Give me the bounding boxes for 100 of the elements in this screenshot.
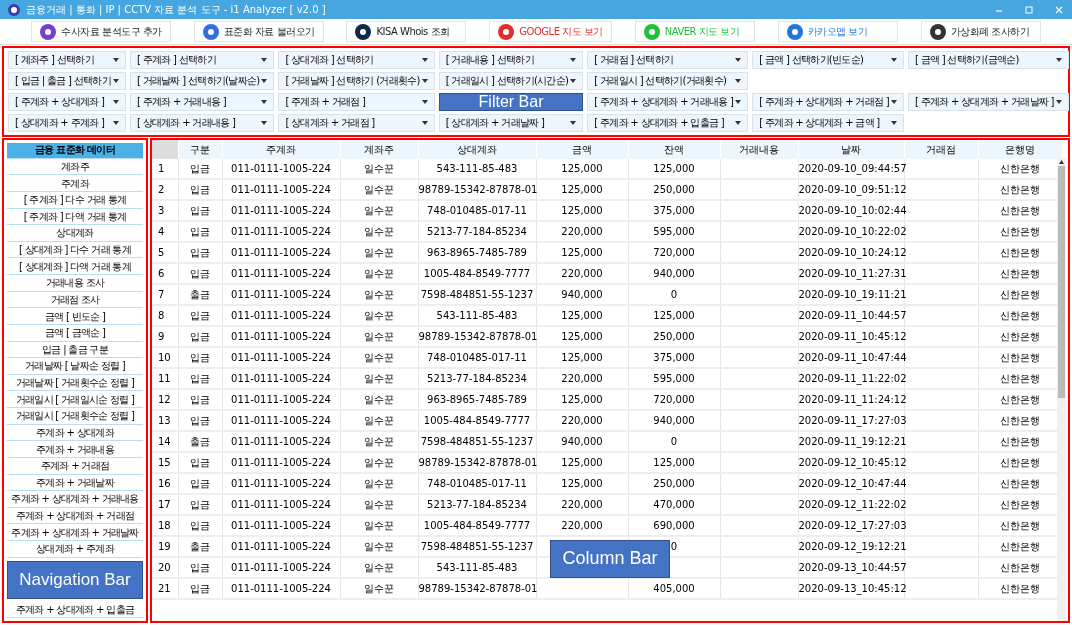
filter-dropdown[interactable]: [ 거래날짜 ] 선택하기 (거래횟수) — [278, 72, 435, 90]
filter-dropdown[interactable]: [ 주계좌 + 상대계좌 + 금액 ] — [752, 114, 904, 132]
table-cell: 125,000 — [561, 478, 603, 489]
table-cell: 신한은행 — [1000, 288, 1040, 300]
toolbar-button[interactable]: GOOGLE 지도 보기 — [489, 21, 612, 42]
nav-item[interactable]: 주계좌 + 상대계좌 + 거래날짜 — [7, 525, 143, 541]
row-number: 13 — [152, 410, 178, 431]
filter-dropdown[interactable]: [ 주계좌 + 상대계좌 ] — [8, 93, 126, 111]
filter-dropdown[interactable]: [ 상대계좌 + 주계좌 ] — [8, 114, 126, 132]
toolbar-button[interactable]: 가상화폐 조사하기 — [920, 21, 1041, 42]
toolbar-button[interactable]: 수사자료 분석도구 추가 — [31, 21, 171, 42]
filter-dropdown[interactable]: [ 거래날짜 ] 선택하기(날짜순) — [129, 72, 275, 90]
table-cell: 신한은행 — [1000, 393, 1040, 405]
caret-icon — [735, 121, 742, 125]
filter-dropdown[interactable]: [ 금액 ] 선택하기(금액순) — [907, 51, 1069, 69]
filter-dropdown[interactable]: [ 거래점 ] 선택하기 — [587, 51, 749, 69]
filter-dropdown[interactable]: [ 입금 | 출금 ] 선택하기 — [8, 72, 126, 90]
table-cell: 98789-15342-87878-01 — [418, 583, 538, 594]
scrollbar[interactable] — [1057, 158, 1066, 621]
nav-item[interactable]: 거래점 조사 — [7, 292, 143, 309]
filter-dropdown[interactable]: [ 주계좌 ] 선택하기 — [129, 51, 275, 69]
nav-item[interactable]: 상대계좌 + 주계좌 — [7, 542, 143, 558]
caret-icon — [735, 58, 742, 62]
filter-dropdown[interactable]: [ 거래내용 ] 선택하기 — [438, 51, 584, 69]
nav-item[interactable]: 금액 [ 금액순 ] — [7, 325, 143, 342]
nav-item[interactable]: 주계좌 + 거래내용 — [7, 442, 143, 458]
table-cell: 011-0111-1005-224 — [231, 268, 331, 279]
nav-item[interactable]: 거래날짜 [ 거래횟수순 정렬 ] — [7, 375, 143, 392]
filter-dropdown[interactable]: [ 거래일시 ] 선택하기(시간순) — [438, 72, 584, 90]
filter-dropdown[interactable]: [ 금액 ] 선택하기(빈도순) — [752, 51, 904, 69]
nav-item[interactable]: [ 상대계좌 ] 다액 거래 통계 — [7, 259, 143, 275]
column-header[interactable]: 구분 — [178, 140, 222, 159]
table-cell: 입금 — [190, 456, 210, 468]
table-cell: 입금 — [190, 330, 210, 342]
filter-dropdown[interactable]: [ 주계좌 + 상대계좌 + 거래날짜 ] — [907, 93, 1069, 111]
toolbar-button[interactable]: 표준화 자료 불러오기 — [193, 21, 324, 42]
filter-dropdown[interactable]: [ 주계좌 + 상대계좌 + 거래점 ] — [752, 93, 904, 111]
nav-item[interactable]: [ 주계좌 ] 다액 거래 통계 — [7, 209, 143, 226]
column-header[interactable]: 주계좌 — [222, 140, 340, 159]
filter-dropdown[interactable]: [ 거래일시 ] 선택하기(거래횟수) — [587, 72, 749, 90]
table-cell: 신한은행 — [1000, 225, 1040, 237]
table-cell: 입금 — [190, 183, 210, 195]
filter-dropdown[interactable]: [ 주계좌 + 거래점 ] — [278, 93, 435, 111]
nav-item[interactable]: [ 상대계좌 ] 다수 거래 통계 — [7, 242, 143, 259]
column-header[interactable]: 날짜 — [798, 140, 904, 159]
close-icon[interactable] — [1054, 4, 1064, 15]
maximize-icon[interactable] — [1024, 4, 1034, 15]
table-cell: 375,000 — [653, 205, 695, 216]
filter-dropdown[interactable]: [ 주계좌 + 상대계좌 + 입출금 ] — [587, 114, 749, 132]
nav-item[interactable]: 입금 | 출금 구분 — [7, 342, 143, 359]
table-cell: 일수꾼 — [364, 519, 394, 531]
filter-dropdown[interactable]: [ 상대계좌 + 거래날짜 ] — [438, 114, 584, 132]
row-number: 11 — [152, 368, 178, 389]
filter-dropdown[interactable]: [ 상대계좌 + 거래내용 ] — [129, 114, 275, 132]
table-cell: 신한은행 — [1000, 351, 1040, 363]
nav-item[interactable]: 거래일시 [ 거래일시순 정렬 ] — [7, 392, 143, 408]
column-header[interactable]: 거래내용 — [720, 140, 798, 159]
caret-icon — [735, 79, 742, 83]
toolbar-button[interactable]: 카카오맵 보기 — [777, 21, 898, 42]
table-cell: 125,000 — [561, 163, 603, 174]
nav-item[interactable]: 주계좌 + 거래날짜 — [7, 475, 143, 492]
filter-dropdown[interactable]: [ 계좌주 ] 선택하기 — [8, 51, 126, 69]
table-cell: 입금 — [190, 582, 210, 594]
column-header[interactable]: 잔액 — [628, 140, 720, 159]
nav-item[interactable]: 상대계좌 — [7, 226, 143, 242]
column-header[interactable]: 금액 — [536, 140, 628, 159]
nav-item[interactable]: 주계좌 + 상대계좌 — [7, 425, 143, 442]
table-cell: 250,000 — [653, 478, 695, 489]
column-header[interactable]: 계좌주 — [340, 140, 418, 159]
nav-item[interactable]: 거래일시 [ 거래횟수순 정렬 ] — [7, 409, 143, 425]
caret-icon — [261, 121, 268, 125]
nav-item[interactable]: 주계좌 + 상대계좌 + 거래점 — [7, 508, 143, 525]
column-header[interactable]: 거래점 — [904, 140, 978, 159]
nav-item[interactable]: 주계좌 + 거래점 — [7, 458, 143, 475]
table-cell: 입금 — [190, 519, 210, 531]
filter-dropdown[interactable]: [ 상대계좌 + 거래점 ] — [278, 114, 435, 132]
toolbar-button[interactable]: KISA Whois 조회 — [346, 21, 467, 42]
nav-item[interactable]: 계좌주 — [7, 159, 143, 176]
nav-item[interactable]: 거래날짜 [ 날짜순 정렬 ] — [7, 359, 143, 375]
filter-dropdown[interactable]: [ 주계좌 + 거래내용 ] — [129, 93, 275, 111]
caret-icon — [1055, 100, 1062, 104]
caret-icon — [570, 58, 577, 62]
filter-dropdown[interactable]: [ 주계좌 + 상대계좌 + 거래내용 ] — [587, 93, 749, 111]
table-cell: 입금 — [190, 561, 210, 573]
nav-item[interactable]: 주계좌 + 상대계좌 + 거래내용 — [7, 492, 143, 508]
scroll-up-icon[interactable] — [1057, 158, 1066, 166]
table-cell: 125,000 — [561, 310, 603, 321]
nav-item[interactable]: 금액 [ 빈도순 ] — [7, 309, 143, 325]
table-cell: 940,000 — [561, 436, 603, 447]
table-cell: 신한은행 — [1000, 330, 1040, 342]
filter-dropdown[interactable]: [ 상대계좌 ] 선택하기 — [278, 51, 435, 69]
table-cell: 748-010485-017-11 — [427, 478, 527, 489]
nav-item[interactable]: 주계좌 + 상대계좌 + 입출금 — [7, 602, 143, 618]
nav-item[interactable]: 거래내용 조사 — [7, 276, 143, 292]
column-header[interactable]: 은행명 — [978, 140, 1062, 159]
table-cell: 011-0111-1005-224 — [231, 436, 331, 447]
nav-item[interactable]: 금융 표준화 데이터 — [7, 143, 143, 159]
column-header[interactable]: 상대계좌 — [418, 140, 536, 159]
nav-item[interactable]: [ 주계좌 ] 다수 거래 통계 — [7, 192, 143, 209]
nav-item[interactable]: 주계좌 — [7, 176, 143, 192]
